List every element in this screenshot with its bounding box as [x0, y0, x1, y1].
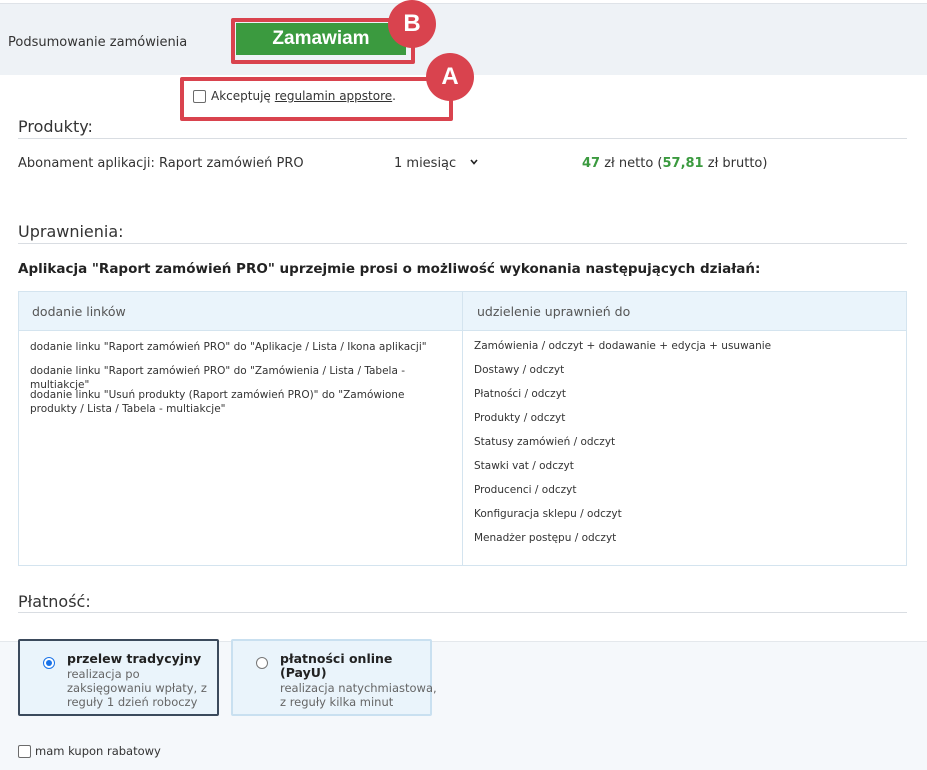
payment-radio-transfer[interactable]	[43, 657, 55, 669]
payment-option-online[interactable]: płatności online (PayU) realizacja natyc…	[231, 639, 437, 716]
product-name: Abonament aplikacji: Raport zamówień PRO	[18, 156, 304, 171]
payment-option-transfer[interactable]: przelew tradycyjny realizacja po zaksięg…	[18, 639, 219, 716]
column-header-links: dodanie linków	[32, 304, 126, 319]
marker-a: A	[426, 53, 474, 101]
grant-item: Produkty / odczyt	[474, 412, 566, 424]
column-divider	[462, 292, 463, 565]
product-price: 47 zł netto (57,81 zł brutto)	[582, 156, 767, 171]
grant-item: Menadżer postępu / odczyt	[474, 532, 617, 544]
terms-label-prefix: Akceptuję	[211, 89, 271, 103]
coupon-label: mam kupon rabatowy	[35, 744, 161, 758]
price-net-label: zł netto (	[604, 156, 663, 171]
grant-item: Dostawy / odczyt	[474, 364, 565, 376]
order-button[interactable]: Zamawiam	[236, 23, 406, 55]
payment-option-desc: realizacja po	[67, 667, 140, 681]
payment-heading: Płatność:	[18, 592, 91, 611]
link-item: dodanie linku "Raport zamówień PRO" do "…	[30, 341, 427, 353]
column-header-grants: udzielenie uprawnień do	[477, 304, 631, 319]
products-heading: Produkty:	[18, 117, 93, 136]
products-divider	[18, 138, 907, 139]
terms-link[interactable]: regulamin appstore	[275, 89, 392, 103]
grant-item: Producenci / odczyt	[474, 484, 577, 496]
coupon-row[interactable]: mam kupon rabatowy	[18, 744, 161, 758]
marker-b: B	[388, 0, 436, 48]
link-item: dodanie linku "Usuń produkty (Raport zam…	[30, 389, 405, 415]
price-gross-label: zł brutto)	[707, 156, 768, 171]
terms-accept-row[interactable]: Akceptuję regulamin appstore .	[193, 89, 396, 103]
payment-option-title-line2: (PayU)	[280, 665, 327, 680]
payment-option-title: przelew tradycyjny	[67, 651, 202, 666]
permissions-intro: Aplikacja "Raport zamówień PRO" uprzejmi…	[18, 261, 761, 277]
summary-title: Podsumowanie zamówienia	[8, 35, 188, 50]
chevron-down-icon[interactable]	[470, 158, 478, 166]
payment-radio-online[interactable]	[256, 657, 268, 669]
grant-item: Stawki vat / odczyt	[474, 460, 574, 472]
permissions-table: dodanie linków udzielenie uprawnień do d…	[18, 291, 907, 566]
grant-item: Zamówienia / odczyt + dodawanie + edycja…	[474, 340, 772, 352]
grant-item: Konfiguracja sklepu / odczyt	[474, 508, 622, 520]
permissions-divider	[18, 243, 907, 244]
terms-checkbox[interactable]	[193, 89, 206, 103]
coupon-checkbox[interactable]	[18, 744, 31, 758]
terms-label-suffix: .	[392, 89, 396, 103]
price-gross-value: 57,81	[662, 156, 704, 171]
permissions-heading: Uprawnienia:	[18, 222, 124, 241]
payment-option-desc: realizacja natychmiastowa,	[280, 681, 437, 695]
price-net-value: 47	[582, 156, 601, 171]
payment-option-title: płatności online	[280, 651, 393, 666]
grant-item: Płatności / odczyt	[474, 388, 567, 400]
grant-item: Statusy zamówień / odczyt	[474, 436, 616, 448]
payment-option-desc: reguły 1 dzień roboczy	[67, 695, 198, 709]
payment-divider	[18, 612, 907, 613]
payment-option-desc: zaksięgowaniu wpłaty, z	[67, 681, 207, 695]
period-select[interactable]: 1 miesiąc	[394, 156, 456, 171]
payment-option-desc: z reguły kilka minut	[280, 695, 394, 709]
